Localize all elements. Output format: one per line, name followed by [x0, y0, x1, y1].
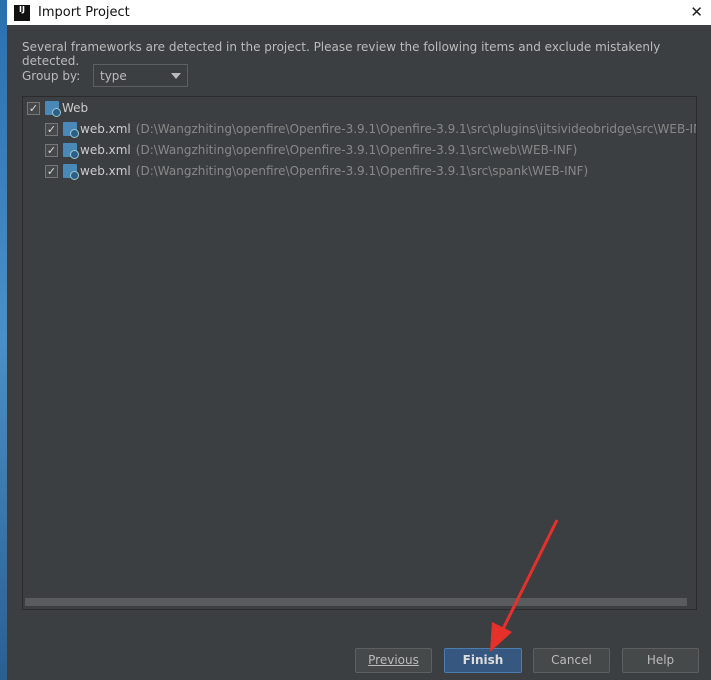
- web-xml-icon: [63, 122, 79, 138]
- tree-item[interactable]: ✓ web.xml (D:\Wangzhiting\openfire\Openfir…: [45, 161, 588, 181]
- group-by-label: Group by:: [22, 69, 81, 83]
- checkbox[interactable]: ✓: [45, 122, 58, 136]
- dialog-body: Several frameworks are detected in the p…: [7, 25, 711, 680]
- previous-button[interactable]: Previous: [355, 648, 432, 673]
- node-label: Web: [62, 101, 89, 115]
- item-path: (D:\Wangzhiting\openfire\Openfire-3.9.1\…: [135, 122, 697, 136]
- item-label: web.xml: [80, 122, 131, 136]
- checkbox[interactable]: ✓: [45, 164, 58, 178]
- desktop-background: [0, 0, 7, 680]
- tree-node-web[interactable]: ✓ Web: [27, 98, 88, 118]
- close-icon[interactable]: ✕: [690, 3, 703, 21]
- web-xml-icon: [63, 164, 79, 180]
- tree-item[interactable]: ✓ web.xml (D:\Wangzhiting\openfire\Openfir…: [45, 140, 577, 160]
- chevron-down-icon: [171, 73, 181, 79]
- checkbox[interactable]: ✓: [27, 101, 40, 115]
- checkbox[interactable]: ✓: [45, 143, 58, 157]
- web-xml-icon: [63, 143, 79, 159]
- group-by-select[interactable]: type: [93, 64, 188, 87]
- cancel-label: Cancel: [551, 653, 592, 667]
- cancel-button[interactable]: Cancel: [533, 648, 610, 673]
- frameworks-tree: ✓ Web ✓ web.xml (D:\Wangzhiting\openfire\Op…: [22, 96, 697, 610]
- item-path: (D:\Wangzhiting\openfire\Openfire-3.9.1\…: [135, 164, 589, 178]
- item-label: web.xml: [80, 164, 131, 178]
- help-label: Help: [646, 653, 675, 667]
- item-label: web.xml: [80, 143, 131, 157]
- finish-label: Finish: [462, 653, 504, 667]
- web-framework-icon: [45, 101, 61, 117]
- title-bar: IJ Import Project ✕: [7, 0, 711, 25]
- horizontal-scrollbar[interactable]: [25, 598, 687, 606]
- help-button[interactable]: Help: [622, 648, 699, 673]
- tree-item[interactable]: ✓ web.xml (D:\Wangzhiting\openfire\Openfir…: [45, 119, 697, 139]
- previous-label: Previous: [368, 653, 419, 667]
- finish-button[interactable]: Finish: [444, 648, 522, 673]
- group-by-value: type: [100, 69, 127, 83]
- item-path: (D:\Wangzhiting\openfire\Openfire-3.9.1\…: [135, 143, 578, 157]
- intellij-logo-icon: IJ: [14, 4, 30, 21]
- window-title: Import Project: [38, 5, 130, 20]
